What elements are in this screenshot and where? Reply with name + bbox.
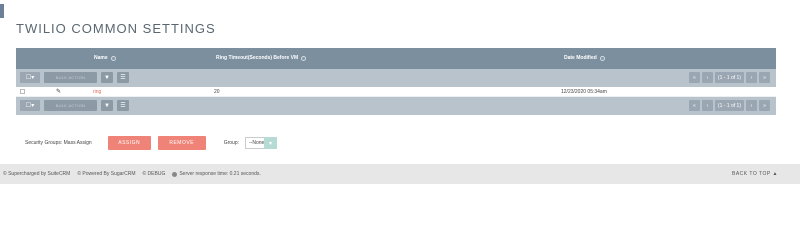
next-page-button[interactable]: ›	[746, 72, 757, 83]
group-select-value: --None	[249, 140, 265, 146]
column-header-name-label: Name	[94, 55, 108, 61]
next-page-button[interactable]: ›	[746, 100, 757, 111]
table-header: Name ◦ Ring Timeout(Seconds) Before VM ◦…	[16, 48, 776, 69]
column-header-ring-timeout-label: Ring Timeout(Seconds) Before VM	[216, 55, 299, 61]
first-page-button[interactable]: «	[688, 100, 700, 111]
pagination: « ‹ (1 - 1 of 1) › »	[688, 72, 770, 83]
filter-icon: ▼	[104, 74, 110, 81]
column-chooser-button[interactable]: ☰	[117, 72, 129, 83]
pencil-icon[interactable]: ✎	[56, 88, 61, 95]
group-select[interactable]: --None ▾	[245, 137, 277, 149]
bulk-action-button[interactable]: BULK ACTION	[44, 72, 97, 83]
first-page-icon: «	[693, 74, 696, 81]
previous-page-icon: ‹	[706, 74, 709, 81]
sort-icon[interactable]: ◦	[301, 55, 307, 61]
chevron-down-icon: ▾	[264, 137, 277, 149]
previous-page-button[interactable]: ‹	[701, 72, 713, 83]
page-title: TWILIO COMMON SETTINGS	[16, 21, 216, 36]
last-page-button[interactable]: »	[759, 100, 770, 111]
column-chooser-button[interactable]: ☰	[117, 100, 129, 111]
filter-button[interactable]: ▼	[101, 100, 113, 111]
pagination-count: (1 - 1 of 1)	[714, 72, 744, 83]
chevron-down-icon: ▾	[31, 75, 35, 81]
mass-assign-section: Security Groups: Mass Assign ASSIGN REMO…	[25, 136, 277, 150]
list-icon: ☰	[120, 103, 126, 109]
footer: © Supercharged by SuiteCRM © Powered By …	[0, 164, 800, 184]
select-dropdown-button[interactable]: ☐ ▾	[20, 100, 40, 111]
mass-assign-label: Security Groups: Mass Assign	[25, 140, 92, 146]
globe-icon	[172, 171, 178, 177]
record-name-link[interactable]: ring	[93, 89, 101, 95]
table-row: ✎ ring 20 12/23/2020 05:34am	[16, 87, 776, 97]
powered-link[interactable]: © Powered By SugarCRM	[77, 171, 135, 177]
action-bar-bottom: ☐ ▾ BULK ACTION ▼ ☰ « ‹ (1 - 1 of 1) › »	[16, 97, 776, 115]
action-bar-top: ☐ ▾ BULK ACTION ▼ ☰ « ‹ (1 - 1 of 1) › »	[16, 69, 776, 87]
list-icon: ☰	[120, 75, 126, 81]
list-view: Name ◦ Ring Timeout(Seconds) Before VM ◦…	[16, 48, 776, 115]
select-dropdown-button[interactable]: ☐ ▾	[20, 72, 40, 83]
server-response-text: Server response time: 0.21 seconds.	[179, 171, 261, 177]
sort-icon[interactable]: ◦	[599, 55, 605, 61]
first-page-button[interactable]: «	[688, 72, 700, 83]
previous-page-button[interactable]: ‹	[701, 100, 713, 111]
last-page-icon: »	[763, 102, 766, 109]
server-response: Server response time: 0.21 seconds.	[172, 171, 261, 177]
ring-timeout-value: 20	[214, 89, 220, 95]
last-page-button[interactable]: »	[759, 72, 770, 83]
sort-icon[interactable]: ◦	[110, 55, 116, 61]
assign-button[interactable]: ASSIGN	[107, 136, 151, 150]
bulk-action-button[interactable]: BULK ACTION	[44, 100, 97, 111]
pagination-count: (1 - 1 of 1)	[714, 100, 744, 111]
row-checkbox[interactable]	[20, 89, 25, 94]
column-header-date-modified-label: Date Modified	[564, 55, 597, 61]
next-page-icon: ›	[750, 102, 753, 109]
filter-button[interactable]: ▼	[101, 72, 113, 83]
previous-page-icon: ‹	[706, 102, 709, 109]
first-page-icon: «	[693, 102, 696, 109]
group-label: Group:	[223, 140, 239, 146]
column-header-date-modified[interactable]: Date Modified ◦	[564, 55, 605, 61]
remove-button[interactable]: REMOVE	[157, 136, 206, 150]
back-to-top-link[interactable]: BACK TO TOP ▲	[732, 171, 778, 177]
column-header-ring-timeout[interactable]: Ring Timeout(Seconds) Before VM ◦	[216, 55, 307, 61]
filter-icon: ▼	[104, 102, 110, 109]
column-header-name[interactable]: Name ◦	[94, 55, 116, 61]
last-page-icon: »	[763, 74, 766, 81]
date-modified-value: 12/23/2020 05:34am	[561, 89, 607, 95]
chevron-down-icon: ▾	[31, 103, 35, 109]
pagination: « ‹ (1 - 1 of 1) › »	[688, 100, 770, 111]
next-page-icon: ›	[750, 74, 753, 81]
left-edge-tab	[0, 4, 4, 18]
footer-links: © Supercharged by SuiteCRM © Powered By …	[3, 171, 261, 177]
debug-link[interactable]: © DEBUG	[142, 171, 165, 177]
supercharged-link[interactable]: © Supercharged by SuiteCRM	[3, 171, 70, 177]
